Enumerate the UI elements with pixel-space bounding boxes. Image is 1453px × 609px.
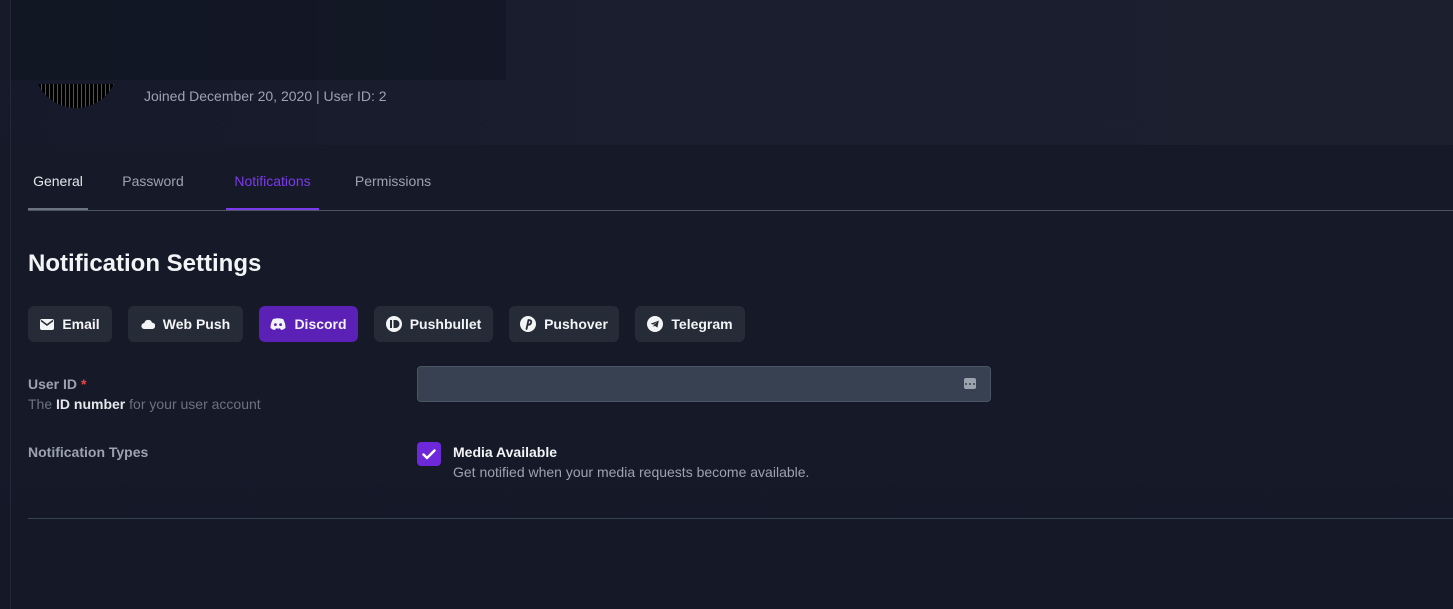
user-id-label: User ID * [28, 376, 87, 392]
user-id-input[interactable] [418, 367, 978, 401]
user-settings-page: Joined December 20, 2020 | User ID: 2 Ge… [0, 0, 1453, 609]
pushbullet-agent-button[interactable]: Pushbullet [374, 306, 493, 342]
tab-password[interactable]: Password [120, 163, 186, 210]
user-id-field[interactable] [417, 366, 991, 402]
tab-permissions[interactable]: Permissions [351, 163, 435, 210]
discord-agent-label: Discord [294, 316, 347, 332]
pushover-agent-label: Pushover [544, 316, 608, 332]
required-mark: * [81, 376, 87, 392]
user-id-help: The ID number for your user account [28, 396, 261, 412]
cloud-icon [141, 319, 155, 329]
profile-joined-info: Joined December 20, 2020 | User ID: 2 [144, 88, 387, 104]
notification-types-label: Notification Types [28, 444, 149, 460]
password-manager-icon[interactable] [964, 378, 976, 389]
media-available-checkbox[interactable] [417, 442, 441, 466]
avatar [34, 84, 118, 108]
mail-icon [40, 318, 55, 330]
media-available-description: Get notified when your media requests be… [453, 464, 810, 480]
checkmark-icon [422, 448, 436, 459]
media-available-title: Media Available [453, 444, 558, 460]
telegram-agent-label: Telegram [671, 316, 733, 332]
discord-icon [270, 318, 286, 330]
telegram-icon [647, 316, 664, 332]
email-agent-label: Email [62, 316, 100, 332]
profile-banner [11, 0, 506, 80]
pushover-icon [520, 316, 537, 332]
tab-general[interactable]: General [28, 163, 88, 210]
web-push-agent-label: Web Push [162, 316, 231, 332]
pushbullet-icon [385, 316, 402, 332]
discord-agent-button[interactable]: Discord [259, 306, 358, 342]
form-divider [28, 518, 1453, 519]
tab-notifications[interactable]: Notifications [226, 163, 319, 210]
email-agent-button[interactable]: Email [28, 306, 112, 342]
pushover-agent-button[interactable]: Pushover [509, 306, 619, 342]
pushbullet-agent-label: Pushbullet [409, 316, 482, 332]
settings-tabs: General Password Notifications Permissio… [28, 163, 1453, 211]
page-title: Notification Settings [28, 250, 262, 277]
telegram-agent-button[interactable]: Telegram [635, 306, 745, 342]
web-push-agent-button[interactable]: Web Push [128, 306, 243, 342]
